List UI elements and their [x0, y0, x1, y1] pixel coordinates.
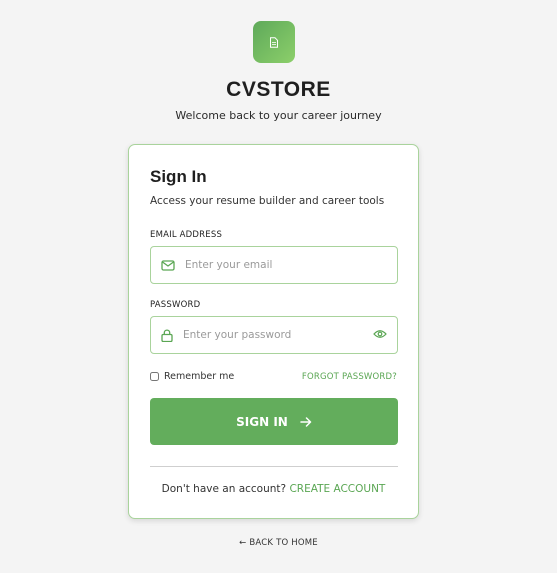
- brand-tagline: Welcome back to your career journey: [175, 109, 382, 122]
- sign-in-label: SIGN IN: [236, 414, 288, 429]
- brand-logo: [253, 21, 295, 63]
- brand-name: CVSTORE: [226, 78, 331, 101]
- password-field-wrapper: [150, 316, 398, 354]
- divider: [150, 466, 398, 467]
- signup-prompt: Don't have an account?: [161, 483, 287, 495]
- signup-row: Don't have an account? CREATE ACCOUNT: [129, 483, 418, 495]
- arrow-right-icon: [300, 416, 312, 427]
- password-label: PASSWORD: [150, 300, 201, 310]
- email-field-wrapper: [150, 246, 398, 284]
- card-title: Sign In: [150, 167, 207, 186]
- email-label: EMAIL ADDRESS: [150, 230, 223, 240]
- sign-in-button[interactable]: SIGN IN: [150, 398, 398, 445]
- password-input[interactable]: [183, 329, 363, 341]
- lock-icon: [161, 329, 173, 342]
- mail-icon: [161, 259, 175, 271]
- forgot-password-link[interactable]: FORGOT PASSWORD?: [302, 372, 397, 382]
- card-subtitle: Access your resume builder and career to…: [150, 195, 385, 207]
- back-to-home-link[interactable]: ← BACK TO HOME: [0, 538, 557, 548]
- eye-icon[interactable]: [373, 329, 387, 339]
- signin-card: Sign In Access your resume builder and c…: [128, 144, 419, 519]
- remember-me[interactable]: Remember me: [150, 371, 234, 382]
- remember-checkbox[interactable]: [150, 372, 159, 381]
- document-icon: [270, 36, 278, 48]
- email-input[interactable]: [185, 259, 365, 271]
- create-account-link[interactable]: CREATE ACCOUNT: [289, 483, 385, 495]
- remember-label: Remember me: [164, 371, 235, 382]
